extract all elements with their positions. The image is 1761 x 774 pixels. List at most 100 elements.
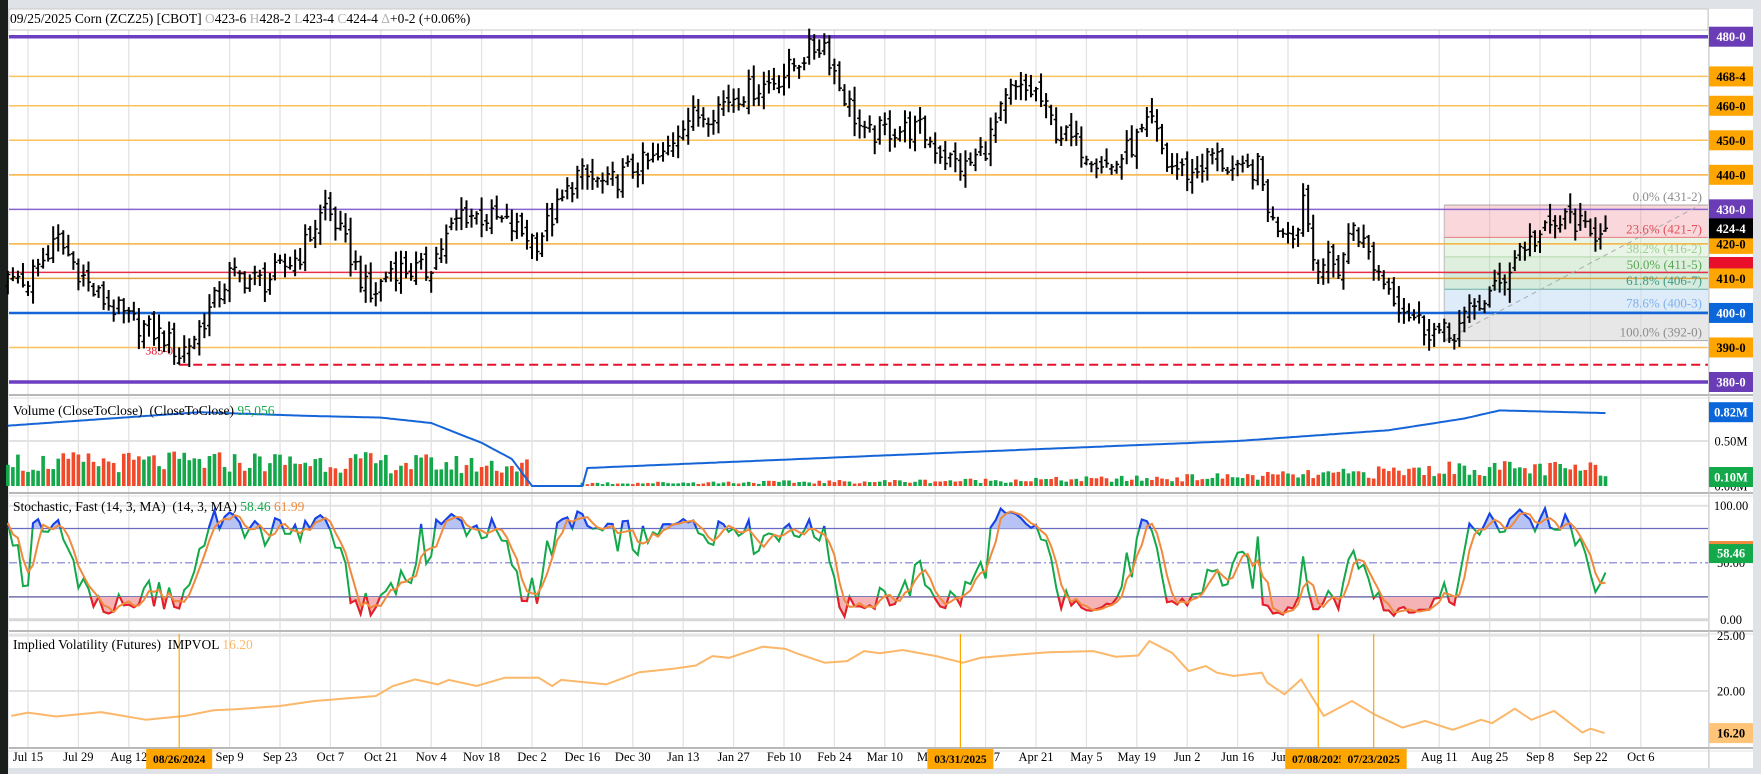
volume-axis-label: 0.10M <box>1714 471 1748 485</box>
volume-bar <box>1477 475 1482 486</box>
volume-bar <box>716 483 721 486</box>
volume-bar <box>414 455 418 486</box>
volume-bar <box>1049 479 1053 486</box>
volume-bar <box>963 478 968 486</box>
volume-bar <box>938 481 943 486</box>
volume-bar <box>1573 464 1578 486</box>
volume-bar <box>273 454 277 486</box>
close-value: 424-4 <box>346 11 378 26</box>
volume-bar <box>1447 461 1452 486</box>
volume-bar <box>631 484 635 486</box>
volume-bar <box>1135 475 1139 486</box>
volume-bar <box>1069 479 1074 486</box>
volume-bar <box>429 457 433 486</box>
volume-bar <box>918 479 922 486</box>
volume-bar <box>1417 467 1421 486</box>
volume-bar <box>1054 476 1058 486</box>
volume-bar <box>620 483 625 486</box>
volume-bar <box>419 457 423 486</box>
volume-bar <box>409 469 413 486</box>
volume-bar <box>1281 471 1285 486</box>
x-axis-tick-label: Feb 10 <box>767 750 801 764</box>
volume-bar <box>913 481 917 486</box>
volume-bar <box>1064 481 1069 486</box>
volume-bar <box>268 463 272 486</box>
volume-bar <box>736 483 741 486</box>
volume-bar <box>1306 470 1310 486</box>
volume-bar <box>1059 480 1063 486</box>
x-axis-tick-label: Jul 15 <box>13 750 43 764</box>
volume-bar <box>379 460 383 486</box>
volume-bar <box>1044 478 1048 486</box>
volume-bar <box>1341 468 1346 486</box>
stoch-panel-title: Stochastic, Fast (14, 3, MA) (14, 3, MA)… <box>13 499 304 515</box>
volume-bar <box>449 469 454 486</box>
volume-bar <box>373 463 378 486</box>
volume-bar <box>1084 476 1089 486</box>
iv-axis-label: 20.00 <box>1717 685 1745 699</box>
volume-bar <box>258 456 262 486</box>
volume-bar <box>1442 473 1447 486</box>
volume-bar <box>746 481 751 486</box>
volume-bar <box>253 453 257 486</box>
stoch-axis-label: 0.00 <box>1720 613 1742 627</box>
volume-bar <box>656 481 660 486</box>
volume-bar <box>1381 468 1386 486</box>
x-axis-tick-label: Dec 30 <box>615 750 651 764</box>
volume-bar <box>162 469 166 486</box>
volume-bar <box>636 482 640 486</box>
volume-bar <box>706 482 711 486</box>
volume-bar <box>1089 477 1094 486</box>
volume-bar <box>1397 470 1401 486</box>
volume-bar <box>1291 474 1295 486</box>
volume-bar <box>1150 479 1154 486</box>
volume-bar <box>1140 480 1144 486</box>
volume-bar <box>862 481 867 486</box>
volume-title: Volume (CloseToClose) <box>13 403 143 418</box>
high-label: H <box>249 11 260 26</box>
fib-level-label: 61.8% (406-7) <box>1626 273 1702 288</box>
volume-bar <box>1336 471 1341 486</box>
volume-bar <box>1316 474 1321 486</box>
volume-bar <box>1502 461 1507 486</box>
volume-bar <box>847 481 852 486</box>
volume-bar <box>1482 475 1487 486</box>
volume-bar <box>872 482 877 486</box>
volume-bar <box>792 482 796 486</box>
volume-bar <box>515 471 519 486</box>
volume-bar <box>71 452 76 486</box>
volume-bar <box>691 482 696 486</box>
volume-bar <box>857 483 862 486</box>
volume-bar <box>1543 475 1547 486</box>
volume-bar <box>898 480 902 486</box>
volume-bar <box>1261 475 1265 486</box>
volume-bar <box>711 481 716 486</box>
volume-bar <box>1553 461 1557 486</box>
volume-bar <box>6 464 10 486</box>
volume-bar <box>641 483 645 486</box>
volume-bar <box>1538 463 1542 486</box>
volume-bar <box>1376 466 1381 486</box>
volume-bar <box>308 466 313 486</box>
fib-level-label: 0.0% (431-2) <box>1633 189 1702 204</box>
volume-bar <box>696 484 701 486</box>
x-axis-tick-label: Jan 27 <box>717 750 749 764</box>
volume-bar <box>1215 473 1220 486</box>
volume-bar <box>1427 465 1431 486</box>
volume-bar <box>1558 464 1562 486</box>
volume-bar <box>787 480 791 486</box>
change-value: +0-2 (+0.06%) <box>389 11 471 26</box>
volume-bar <box>157 466 161 486</box>
volume-bar <box>182 452 187 486</box>
volume-bar <box>127 452 131 486</box>
volume-bar <box>197 459 202 486</box>
volume-bar <box>1104 478 1109 486</box>
volume-bar <box>751 482 756 486</box>
volume-bar <box>1165 479 1169 486</box>
volume-bar <box>933 481 937 486</box>
chart-canvas[interactable]: 385-00.0% (431-2)23.6% (421-7)38.2% (416… <box>0 0 1761 774</box>
volume-bar <box>681 482 685 486</box>
volume-bar <box>1457 463 1462 486</box>
volume-bar <box>187 460 192 486</box>
x-axis-tick-label: Dec 16 <box>565 750 601 764</box>
